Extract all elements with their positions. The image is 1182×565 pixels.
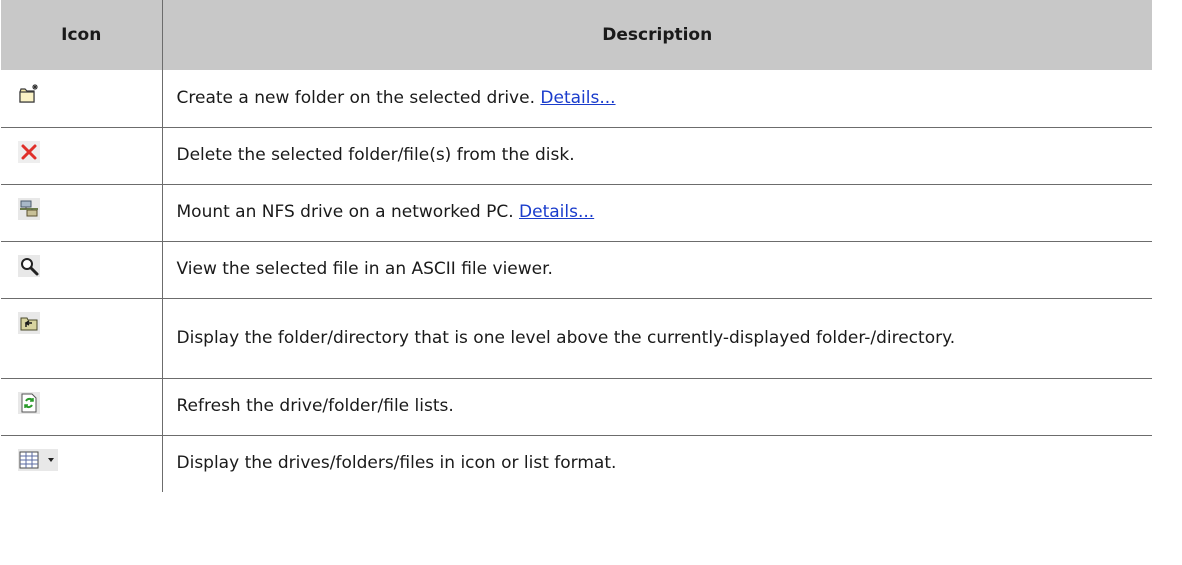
description-cell: View the selected file in an ASCII file …: [162, 241, 1152, 299]
icon-cell: [1, 298, 163, 379]
row-description: Display the folder/directory that is one…: [176, 327, 956, 348]
table-header-row: Icon Description: [1, 0, 1152, 70]
icon-cell: [1, 378, 163, 436]
table-row: Display the folder/directory that is one…: [1, 298, 1152, 379]
table-row: View the selected file in an ASCII file …: [1, 241, 1152, 299]
table-row: Refresh the drive/folder/file lists.: [1, 378, 1152, 436]
row-description: Create a new folder on the selected driv…: [176, 87, 535, 108]
table-row: Create a new folder on the selected driv…: [1, 70, 1152, 128]
view-format-dropdown-icon: [18, 448, 58, 471]
description-cell: Display the drives/folders/files in icon…: [162, 435, 1152, 492]
row-description: View the selected file in an ASCII file …: [176, 259, 553, 279]
table-row: Delete the selected folder/file(s) from …: [1, 127, 1152, 185]
details-link[interactable]: Details...: [540, 88, 615, 108]
icon-cell: [1, 70, 163, 128]
description-cell: Display the folder/directory that is one…: [162, 298, 1152, 379]
toolbar-icons-table: Icon Description Create a new folder on …: [1, 0, 1152, 492]
new-folder-icon: [19, 84, 38, 103]
description-cell: Refresh the drive/folder/file lists.: [162, 378, 1152, 436]
mount-nfs-icon: [18, 197, 40, 220]
magnifier-icon: [18, 254, 40, 277]
description-cell: Mount an NFS drive on a networked PC. De…: [162, 184, 1152, 242]
details-link[interactable]: Details...: [519, 202, 594, 222]
row-description: Delete the selected folder/file(s) from …: [176, 145, 575, 165]
icon-cell: [1, 241, 163, 299]
table-row: Display the drives/folders/files in icon…: [1, 435, 1152, 492]
icon-cell: [1, 435, 163, 492]
delete-x-icon: [18, 140, 40, 163]
header-icon: Icon: [1, 0, 163, 70]
icon-cell: [1, 184, 163, 242]
icon-cell: [1, 127, 163, 185]
description-cell: Delete the selected folder/file(s) from …: [162, 127, 1152, 185]
row-description: Refresh the drive/folder/file lists.: [176, 396, 454, 416]
refresh-icon: [18, 391, 40, 414]
description-cell: Create a new folder on the selected driv…: [162, 70, 1152, 128]
table-row: Mount an NFS drive on a networked PC. De…: [1, 184, 1152, 242]
row-description: Display the drives/folders/files in icon…: [176, 453, 617, 474]
row-description: Mount an NFS drive on a networked PC.: [176, 202, 514, 222]
header-description: Description: [162, 0, 1152, 70]
folder-up-icon: [18, 311, 40, 334]
